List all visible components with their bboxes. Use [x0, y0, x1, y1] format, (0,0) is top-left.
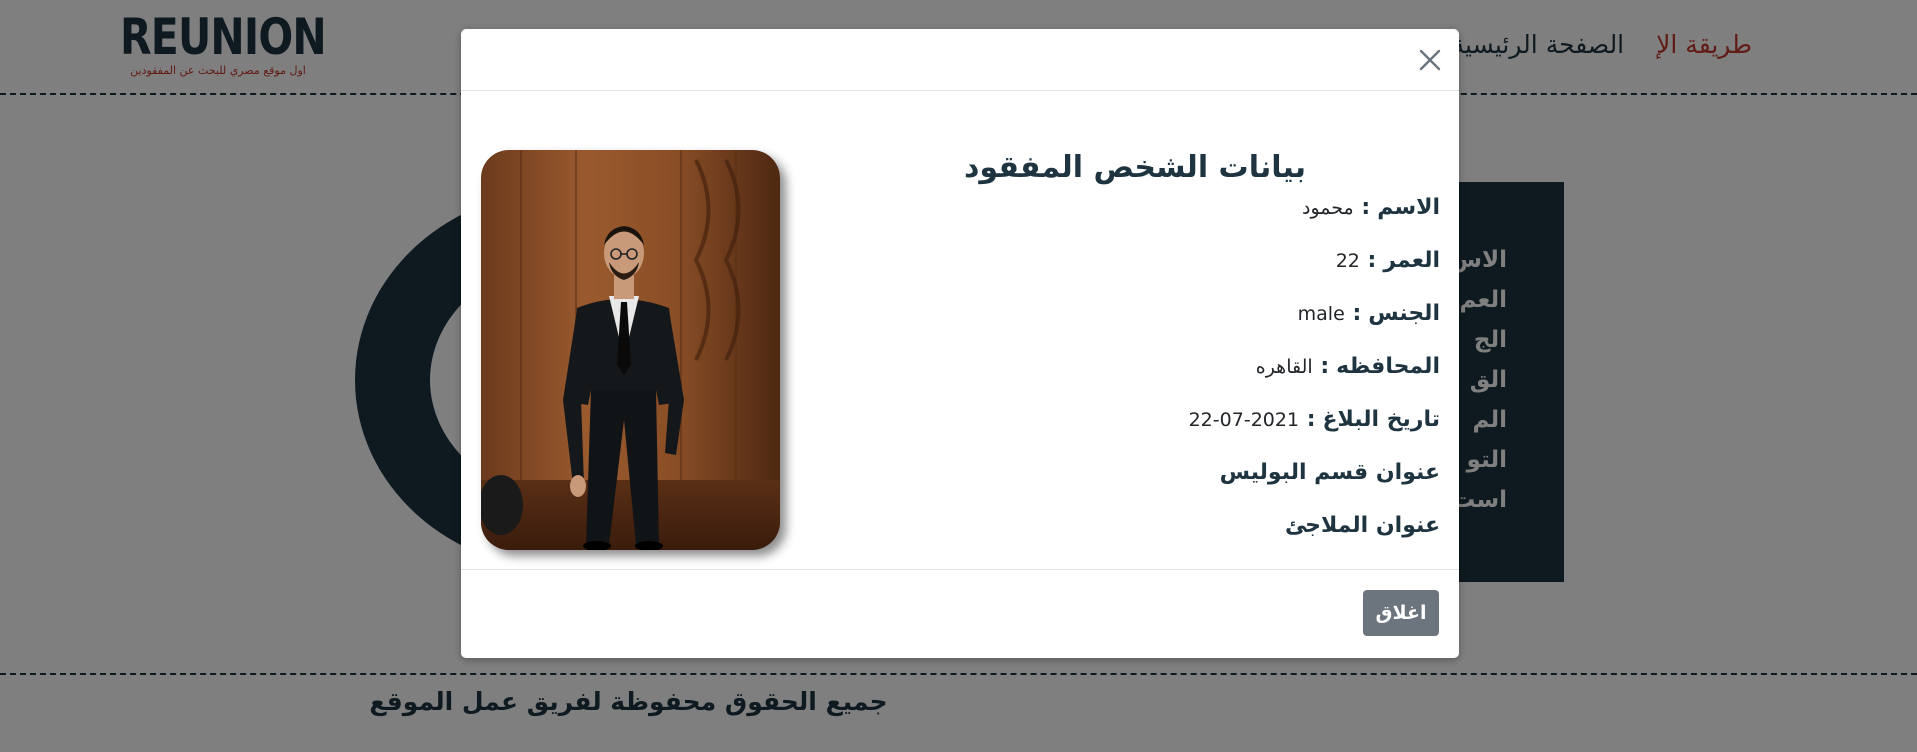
field-value: القاهره — [1255, 356, 1313, 378]
close-button[interactable]: اغلاق — [1363, 590, 1439, 636]
field-name: الاسم : محمود — [820, 193, 1440, 246]
field-label: تاريخ البلاغ — [1322, 407, 1440, 432]
field-value: 2021-07-22 — [1188, 409, 1300, 431]
police-station-address-link[interactable]: عنوان قسم البوليس — [820, 458, 1440, 511]
missing-person-details: بيانات الشخص المفقود الاسم : محمود العمر… — [820, 150, 1440, 564]
field-label: الاسم — [1377, 195, 1440, 220]
field-label: الجنس — [1368, 301, 1440, 326]
field-gender: الجنس : male — [820, 299, 1440, 352]
field-report-date: تاريخ البلاغ : 2021-07-22 — [820, 405, 1440, 458]
missing-person-photo — [481, 150, 780, 550]
modal-body: بيانات الشخص المفقود الاسم : محمود العمر… — [461, 91, 1459, 599]
modal-title: بيانات الشخص المفقود — [963, 150, 1306, 185]
close-icon[interactable] — [1416, 46, 1444, 74]
field-value: محمود — [1302, 197, 1354, 219]
field-governorate: المحافظه : القاهره — [820, 352, 1440, 405]
modal-footer: اغلاق — [461, 569, 1459, 658]
field-label: المحافظه — [1336, 354, 1440, 379]
field-label: العمر — [1383, 248, 1440, 273]
field-separator: : — [1353, 195, 1371, 220]
field-separator: : — [1359, 248, 1377, 273]
field-separator: : — [1344, 301, 1362, 326]
modal-header — [461, 29, 1459, 91]
field-separator: : — [1312, 354, 1330, 379]
shelters-address-link[interactable]: عنوان الملاجئ — [820, 511, 1440, 564]
field-value: male — [1297, 303, 1345, 325]
missing-person-modal: بيانات الشخص المفقود الاسم : محمود العمر… — [461, 29, 1459, 658]
field-value: 22 — [1335, 250, 1360, 272]
field-separator: : — [1299, 407, 1316, 432]
field-age: العمر : 22 — [820, 246, 1440, 299]
